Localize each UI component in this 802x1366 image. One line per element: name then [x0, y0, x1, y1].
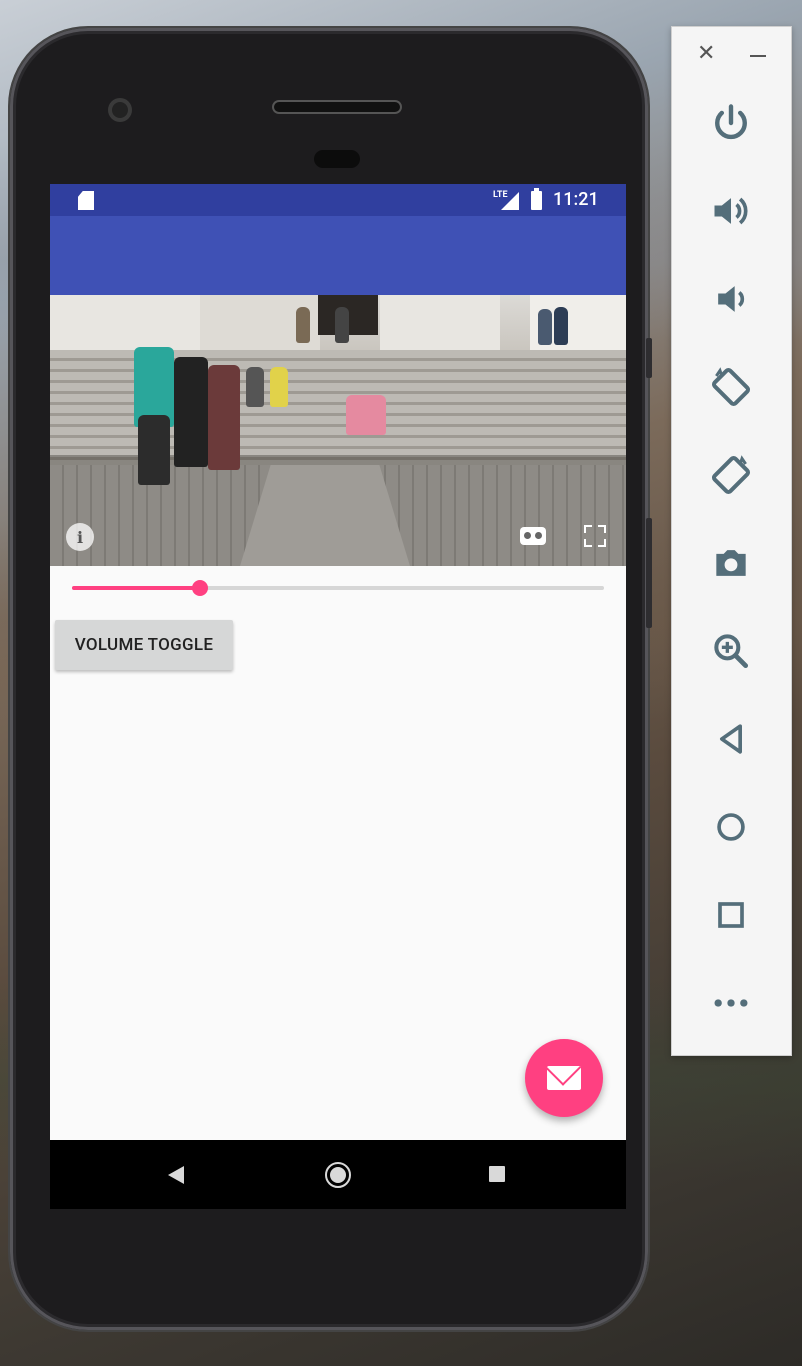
- device-screen: LTE 11:21 i VOLUME TOGGLE: [50, 184, 626, 1209]
- volume-up-icon[interactable]: [705, 185, 757, 237]
- person: [538, 309, 552, 345]
- person: [246, 367, 264, 407]
- overview-icon[interactable]: [705, 889, 757, 941]
- slider-progress: [72, 586, 200, 590]
- person: [174, 357, 208, 467]
- info-icon[interactable]: i: [66, 523, 94, 551]
- power-icon[interactable]: [705, 97, 757, 149]
- person: [296, 307, 310, 343]
- status-clock: 11:21: [553, 189, 599, 210]
- app-bar: [50, 216, 626, 295]
- zoom-icon[interactable]: [705, 625, 757, 677]
- person: [346, 395, 386, 435]
- building-facade: [380, 295, 500, 354]
- mail-icon: [547, 1066, 581, 1090]
- person: [270, 367, 288, 407]
- earpiece-speaker: [272, 100, 402, 114]
- building-facade: [50, 295, 200, 354]
- vr-video-view[interactable]: i: [50, 295, 626, 566]
- home-icon[interactable]: [705, 801, 757, 853]
- slider-thumb[interactable]: [191, 580, 208, 596]
- rotate-left-icon[interactable]: [705, 361, 757, 413]
- rotate-right-icon[interactable]: [705, 449, 757, 501]
- nav-home-icon[interactable]: [325, 1162, 351, 1188]
- minimize-icon[interactable]: [750, 55, 766, 57]
- volume-toggle-button[interactable]: VOLUME TOGGLE: [55, 620, 233, 670]
- back-icon[interactable]: [705, 713, 757, 765]
- network-type: LTE: [493, 190, 508, 200]
- status-bar: LTE 11:21: [50, 184, 626, 216]
- sd-card-icon: [78, 191, 94, 210]
- nav-back-icon[interactable]: [168, 1166, 184, 1184]
- seek-slider[interactable]: [72, 578, 604, 598]
- person: [208, 365, 240, 470]
- fullscreen-icon[interactable]: [584, 525, 606, 547]
- emulator-toolbar: ✕: [671, 26, 792, 1056]
- battery-charging-icon: [531, 188, 542, 210]
- mail-fab-button[interactable]: [525, 1039, 603, 1117]
- camera-icon[interactable]: [705, 537, 757, 589]
- power-side-button[interactable]: [646, 338, 652, 378]
- navigation-bar: [50, 1140, 626, 1209]
- emulator-window-controls: ✕: [672, 27, 791, 85]
- volume-down-icon[interactable]: [705, 273, 757, 325]
- close-icon[interactable]: ✕: [697, 41, 715, 66]
- volume-side-button[interactable]: [646, 518, 652, 628]
- person: [138, 415, 170, 485]
- phone-frame: LTE 11:21 i VOLUME TOGGLE: [10, 28, 652, 1330]
- more-icon[interactable]: [705, 977, 757, 1029]
- person: [554, 307, 568, 345]
- cardboard-vr-icon[interactable]: [520, 527, 546, 545]
- front-camera: [108, 98, 132, 122]
- nav-recents-icon[interactable]: [489, 1166, 505, 1182]
- proximity-sensor: [314, 150, 360, 168]
- person: [335, 307, 349, 343]
